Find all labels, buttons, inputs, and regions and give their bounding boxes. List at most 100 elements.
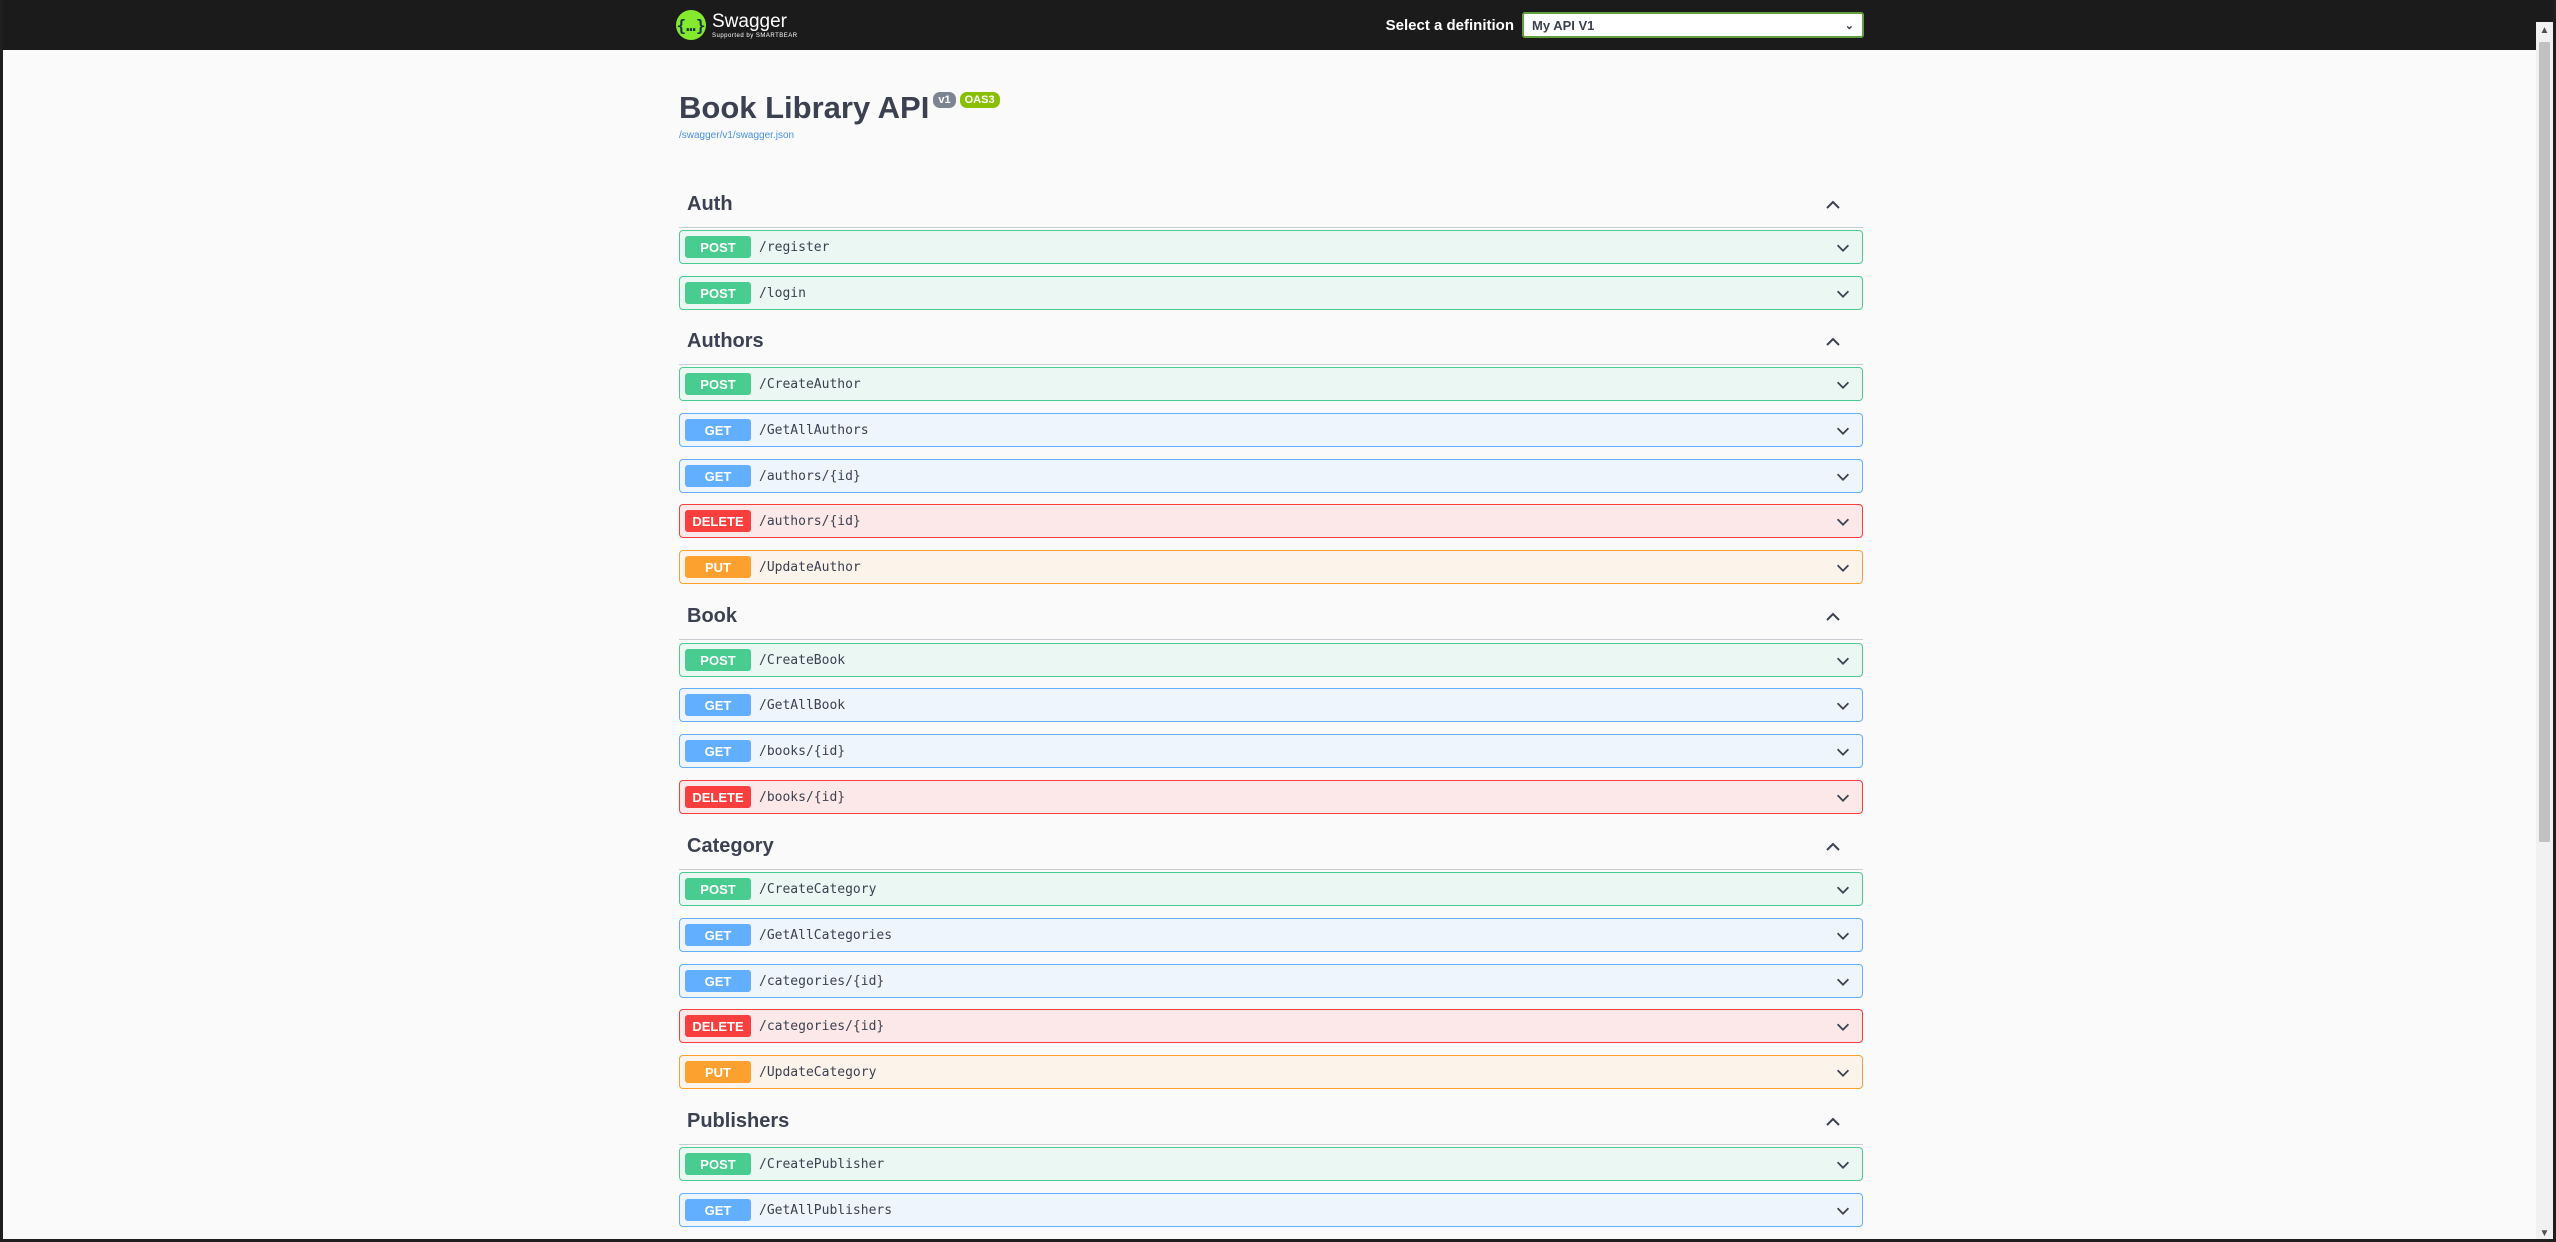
tag-title: Authors — [687, 330, 764, 352]
spec-link[interactable]: /swagger/v1/swagger.json — [679, 130, 1000, 141]
operation-row[interactable]: GET/GetAllBook — [679, 688, 1863, 722]
chevron-down-icon[interactable] — [1834, 652, 1852, 670]
chevron-down-icon[interactable] — [1834, 927, 1852, 945]
operation-row[interactable]: POST/CreateBook — [679, 643, 1863, 677]
operation-row[interactable]: DELETE/authors/{id} — [679, 504, 1863, 538]
method-badge: GET — [685, 970, 751, 992]
chevron-down-icon[interactable] — [1834, 973, 1852, 991]
chevron-down-icon[interactable] — [1834, 789, 1852, 807]
title-row: Book Library API v1 OAS3 — [679, 90, 1000, 126]
method-badge: PUT — [685, 1061, 751, 1083]
operation-row[interactable]: DELETE/categories/{id} — [679, 1009, 1863, 1043]
method-badge: GET — [685, 465, 751, 487]
method-badge: DELETE — [685, 1015, 751, 1037]
operation-path: /UpdateCategory — [759, 1064, 877, 1080]
chevron-down-icon[interactable] — [1834, 513, 1852, 531]
operation-path: /categories/{id} — [759, 973, 885, 989]
method-badge: DELETE — [685, 786, 751, 808]
operation-row[interactable]: GET/GetAllCategories — [679, 918, 1863, 952]
operation-row[interactable]: POST/CreateCategory — [679, 872, 1863, 906]
chevron-down-icon[interactable] — [1834, 697, 1852, 715]
operation-row[interactable]: GET/categories/{id} — [679, 964, 1863, 998]
method-badge: POST — [685, 1153, 751, 1175]
tag-section-header[interactable]: Publishers — [679, 1100, 1863, 1145]
chevron-down-icon[interactable] — [1834, 1156, 1852, 1174]
definition-select[interactable]: My API V1 ⌄ — [1522, 12, 1864, 38]
operation-row[interactable]: POST/CreatePublisher — [679, 1147, 1863, 1181]
operation-path: /authors/{id} — [759, 513, 861, 529]
operation-path: /GetAllCategories — [759, 927, 893, 943]
swagger-logo[interactable]: {…} Swagger Supported by SMARTBEAR — [676, 10, 798, 40]
chevron-down-icon[interactable] — [1834, 239, 1852, 257]
operation-row[interactable]: PUT/UpdateAuthor — [679, 550, 1863, 584]
operation-row[interactable]: POST/register — [679, 230, 1863, 264]
operation-row[interactable]: GET/GetAllAuthors — [679, 413, 1863, 447]
chevron-down-icon: ⌄ — [1844, 19, 1854, 32]
method-badge: POST — [685, 878, 751, 900]
operation-row[interactable]: DELETE/books/{id} — [679, 780, 1863, 814]
operation-row[interactable]: GET/books/{id} — [679, 734, 1863, 768]
logo-title: Swagger — [712, 10, 787, 32]
scroll-up-arrow-icon[interactable]: ▲ — [2536, 22, 2553, 39]
swagger-logo-icon: {…} — [676, 10, 706, 40]
operation-path: /CreateBook — [759, 652, 846, 668]
tag-section-header[interactable]: Authors — [679, 320, 1863, 365]
operation-row[interactable]: GET/GetAllPublishers — [679, 1193, 1863, 1227]
chevron-down-icon[interactable] — [1834, 422, 1852, 440]
chevron-up-icon[interactable] — [1823, 1112, 1843, 1132]
oas-badge: OAS3 — [959, 92, 1000, 108]
operation-path: /GetAllBook — [759, 697, 846, 713]
chevron-down-icon[interactable] — [1834, 468, 1852, 486]
chevron-down-icon[interactable] — [1834, 1202, 1852, 1220]
method-badge: DELETE — [685, 510, 751, 532]
operation-row[interactable]: POST/login — [679, 276, 1863, 310]
tag-section-header[interactable]: Category — [679, 825, 1863, 870]
method-badge: PUT — [685, 556, 751, 578]
chevron-down-icon[interactable] — [1834, 1064, 1852, 1082]
tag-title: Publishers — [687, 1110, 790, 1132]
tag-section-1: Authors — [679, 320, 1863, 365]
definition-selector: Select a definition My API V1 ⌄ — [1386, 12, 1864, 38]
operation-path: /register — [759, 239, 830, 255]
tag-title: Category — [687, 835, 774, 857]
operation-path: /GetAllAuthors — [759, 422, 869, 438]
operation-path: /login — [759, 285, 806, 301]
scroll-down-arrow-icon[interactable]: ▼ — [2536, 1225, 2553, 1239]
chevron-up-icon[interactable] — [1823, 607, 1843, 627]
operation-row[interactable]: GET/authors/{id} — [679, 459, 1863, 493]
method-badge: GET — [685, 740, 751, 762]
chevron-down-icon[interactable] — [1834, 1018, 1852, 1036]
topbar-inner: {…} Swagger Supported by SMARTBEAR Selec… — [676, 0, 1864, 50]
chevron-up-icon[interactable] — [1823, 195, 1843, 215]
topbar: {…} Swagger Supported by SMARTBEAR Selec… — [3, 0, 2553, 50]
chevron-up-icon[interactable] — [1823, 837, 1843, 857]
browser-window: {…} Swagger Supported by SMARTBEAR Selec… — [0, 0, 2556, 1242]
chevron-down-icon[interactable] — [1834, 743, 1852, 761]
tag-section-2: Book — [679, 595, 1863, 640]
operation-path: /GetAllPublishers — [759, 1202, 893, 1218]
chevron-down-icon[interactable] — [1834, 881, 1852, 899]
scroll-thumb[interactable] — [2539, 42, 2550, 842]
tag-title: Auth — [687, 193, 733, 215]
operation-row[interactable]: POST/CreateAuthor — [679, 367, 1863, 401]
method-badge: POST — [685, 236, 751, 258]
method-badge: GET — [685, 419, 751, 441]
operation-path: /UpdateAuthor — [759, 559, 861, 575]
operation-path: /books/{id} — [759, 743, 846, 759]
tag-section-header[interactable]: Book — [679, 595, 1863, 640]
tag-section-header[interactable]: Auth — [679, 183, 1863, 228]
logo-text: Swagger Supported by SMARTBEAR — [712, 12, 798, 39]
chevron-down-icon[interactable] — [1834, 285, 1852, 303]
api-info: Book Library API v1 OAS3 /swagger/v1/swa… — [679, 90, 1000, 141]
chevron-up-icon[interactable] — [1823, 332, 1843, 352]
logo-subtitle: Supported by SMARTBEAR — [712, 32, 798, 39]
method-badge: GET — [685, 694, 751, 716]
method-badge: POST — [685, 649, 751, 671]
version-badge: v1 — [933, 92, 956, 108]
method-badge: POST — [685, 373, 751, 395]
operation-row[interactable]: PUT/UpdateCategory — [679, 1055, 1863, 1089]
operation-path: /CreatePublisher — [759, 1156, 885, 1172]
chevron-down-icon[interactable] — [1834, 376, 1852, 394]
chevron-down-icon[interactable] — [1834, 559, 1852, 577]
vertical-scrollbar[interactable]: ▲ ▼ — [2536, 22, 2553, 1239]
